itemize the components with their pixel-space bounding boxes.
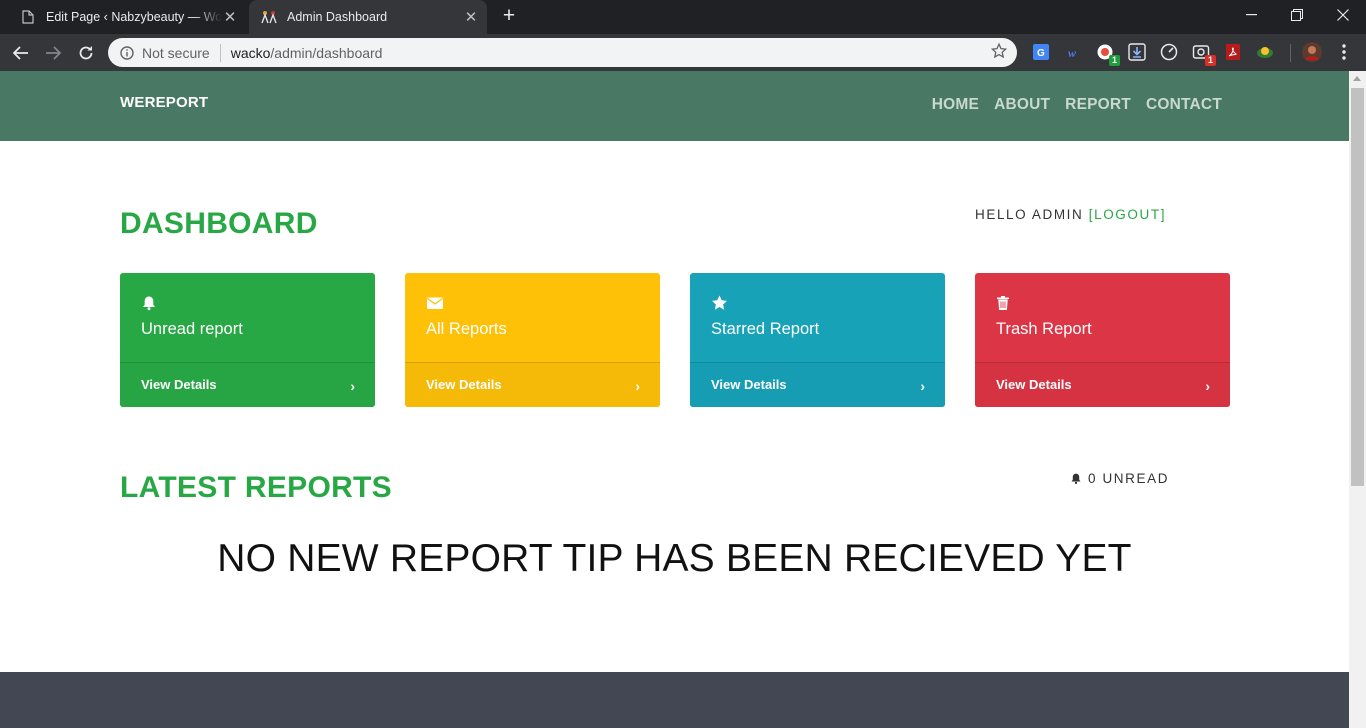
card-label: Starred Report <box>711 320 820 338</box>
unread-report-card: Unread report View Details › <box>120 273 375 407</box>
nav-link-home[interactable]: HOME <box>932 96 979 114</box>
card-body: All Reports <box>405 273 660 362</box>
nav-link-report[interactable]: REPORT <box>1065 96 1131 114</box>
extension-badge: 1 <box>1109 55 1120 66</box>
card-label: Unread report <box>141 320 243 338</box>
card-body: Unread report <box>120 273 375 362</box>
card-body: Starred Report <box>690 273 945 362</box>
unread-count-text: 0 UNREAD <box>1088 471 1170 486</box>
tab-title: Admin Dashboard <box>287 10 388 24</box>
bookmark-star-icon[interactable] <box>990 42 1008 62</box>
screenshot-extension-icon[interactable]: 1 <box>1191 42 1216 66</box>
trash-icon <box>996 295 1014 313</box>
security-status: Not secure <box>142 44 210 61</box>
page-scrollbar[interactable] <box>1349 71 1366 728</box>
star-icon <box>711 295 729 313</box>
chevron-right-icon: › <box>920 378 925 394</box>
download-extension-icon[interactable] <box>1127 42 1147 62</box>
view-details-label: View Details <box>141 377 217 392</box>
main-menu: HOME ABOUT REPORT CONTACT <box>932 96 1222 114</box>
trash-report-card: Trash Report View Details › <box>975 273 1230 407</box>
chevron-right-icon: › <box>1205 378 1210 394</box>
globe-extension-icon[interactable] <box>1255 42 1275 62</box>
svg-text:w: w <box>1068 46 1077 60</box>
chevron-right-icon: › <box>350 378 355 394</box>
minimize-icon[interactable] <box>1228 0 1274 30</box>
url-host: wacko <box>230 44 271 61</box>
view-details-link[interactable]: View Details › <box>690 362 945 407</box>
toolbar-divider <box>1290 44 1291 62</box>
envelope-icon <box>426 295 444 313</box>
latest-reports-heading: LATEST REPORTS <box>120 471 392 504</box>
view-details-label: View Details <box>426 377 502 392</box>
user-greeting: HELLO ADMIN [LOGOUT] <box>975 207 1166 222</box>
scroll-up-arrow-icon[interactable] <box>1353 76 1361 81</box>
bell-icon <box>141 295 159 313</box>
translate-extension-icon[interactable]: G <box>1031 42 1051 62</box>
speedometer-extension-icon[interactable] <box>1159 42 1179 62</box>
close-window-icon[interactable] <box>1320 0 1366 30</box>
logout-link[interactable]: [LOGOUT] <box>1089 207 1166 222</box>
close-tab-icon[interactable]: ✕ <box>463 9 479 26</box>
view-details-label: View Details <box>996 377 1072 392</box>
divider <box>219 43 221 62</box>
url-path: /admin/dashboard <box>270 44 383 61</box>
reload-icon[interactable] <box>73 40 99 66</box>
nav-link-about[interactable]: ABOUT <box>994 96 1050 114</box>
view-details-link[interactable]: View Details › <box>405 362 660 407</box>
view-details-link[interactable]: View Details › <box>975 362 1230 407</box>
starred-report-card: Starred Report View Details › <box>690 273 945 407</box>
info-icon[interactable] <box>120 45 134 60</box>
card-label: Trash Report <box>996 320 1092 338</box>
card-body: Trash Report <box>975 273 1230 362</box>
site-brand[interactable]: WEREPORT <box>120 94 208 111</box>
page-title: DASHBOARD <box>120 207 318 240</box>
greeting-text: HELLO ADMIN <box>975 207 1084 222</box>
empty-state-message: NO NEW REPORT TIP HAS BEEN RECIEVED YET <box>217 537 1132 580</box>
nav-link-contact[interactable]: CONTACT <box>1146 96 1222 114</box>
scrollbar-thumb[interactable] <box>1351 88 1364 486</box>
address-bar[interactable]: Not secure wacko/admin/dashboard <box>108 38 1017 67</box>
tab-title: Edit Page ‹ Nabzybeauty — WordPress <box>46 10 222 24</box>
browser-menu-icon[interactable] <box>1334 42 1354 62</box>
site-favicon-icon <box>261 9 277 25</box>
browser-tab-admin-dashboard[interactable]: Admin Dashboard ✕ <box>249 0 487 34</box>
chevron-right-icon: › <box>635 378 640 394</box>
recorder-extension-icon[interactable]: 1 <box>1095 42 1120 66</box>
browser-tab-strip: Edit Page ‹ Nabzybeauty — WordPress ✕ Ad… <box>0 0 1366 34</box>
unread-count: 0 UNREAD <box>1070 471 1169 486</box>
bell-icon <box>1070 472 1082 485</box>
extension-badge: 1 <box>1205 55 1216 66</box>
page-viewport: WEREPORT HOME ABOUT REPORT CONTACT DASHB… <box>0 71 1349 728</box>
word-extension-icon[interactable]: w <box>1063 42 1083 62</box>
svg-text:G: G <box>1037 48 1045 59</box>
view-details-label: View Details <box>711 377 787 392</box>
all-reports-card: All Reports View Details › <box>405 273 660 407</box>
close-tab-icon[interactable]: ✕ <box>222 9 238 26</box>
pdf-extension-icon[interactable] <box>1223 42 1243 62</box>
site-footer <box>0 672 1349 728</box>
browser-tab-edit-page[interactable]: Edit Page ‹ Nabzybeauty — WordPress ✕ <box>0 0 246 34</box>
page-icon <box>20 9 36 25</box>
forward-arrow-icon[interactable] <box>40 40 66 66</box>
view-details-link[interactable]: View Details › <box>120 362 375 407</box>
restore-icon[interactable] <box>1274 0 1320 30</box>
browser-toolbar: Not secure wacko/admin/dashboard G w 1 1 <box>0 34 1366 71</box>
card-label: All Reports <box>426 320 507 338</box>
profile-avatar[interactable] <box>1302 42 1322 62</box>
new-tab-button[interactable]: + <box>498 5 520 28</box>
back-arrow-icon[interactable] <box>8 40 34 66</box>
site-navbar: WEREPORT HOME ABOUT REPORT CONTACT <box>0 71 1349 141</box>
